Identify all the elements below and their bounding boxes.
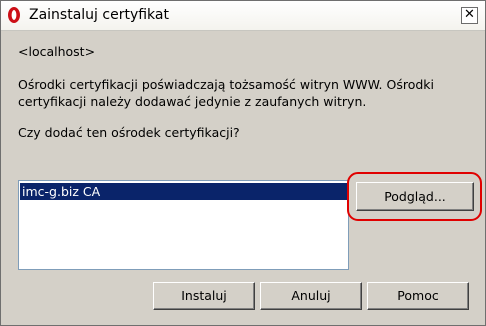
window-title: Zainstaluj certyfikat [29,7,169,23]
info-text-line1: Ośrodki certyfikacji poświadczają tożsam… [18,77,435,92]
list-item-certificate[interactable]: imc-g.biz CA [20,183,347,200]
title-bar[interactable]: Zainstaluj certyfikat ✕ [1,1,485,31]
close-icon: ✕ [464,7,475,22]
info-text-line2: certyfikacji należy dodawać jedynie z za… [18,94,367,109]
question-text: Czy dodać ten ośrodek certyfikacji? [18,125,240,140]
view-button[interactable]: Podgląd... [356,182,474,211]
opera-icon [8,7,20,23]
install-button[interactable]: Instaluj [153,282,255,310]
install-certificate-dialog: Zainstaluj certyfikat ✕ <localhost> Ośro… [0,0,486,326]
close-button[interactable]: ✕ [461,7,478,24]
certificate-list[interactable]: imc-g.biz CA [18,180,349,270]
cancel-button[interactable]: Anuluj [260,282,362,310]
help-button[interactable]: Pomoc [367,282,469,310]
host-label: <localhost> [18,44,96,59]
